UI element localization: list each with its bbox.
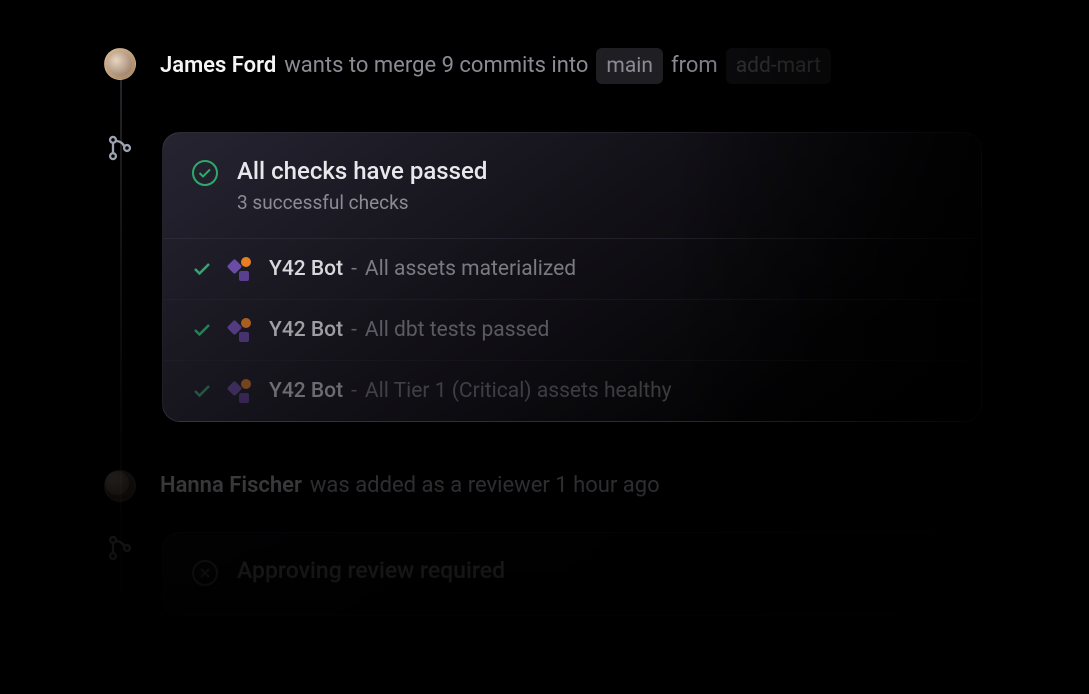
- git-merge-icon: [104, 532, 136, 564]
- checkmark-icon: [191, 258, 213, 280]
- checkmark-icon: [191, 319, 213, 341]
- y42-bot-icon: [229, 318, 253, 342]
- review-card-row: Approving review required: [104, 532, 1089, 616]
- checkmark-icon: [191, 380, 213, 402]
- target-branch-pill[interactable]: main: [596, 48, 663, 84]
- check-description: All dbt tests passed: [365, 318, 549, 342]
- check-item[interactable]: Y42 Bot - All assets materialized: [163, 239, 981, 300]
- avatar[interactable]: [104, 470, 136, 502]
- check-item[interactable]: Y42 Bot - All Tier 1 (Critical) assets h…: [163, 361, 981, 421]
- y42-bot-icon: [229, 379, 253, 403]
- bot-name: Y42 Bot: [269, 318, 343, 342]
- checks-card: All checks have passed 3 successful chec…: [162, 132, 982, 422]
- source-branch-pill[interactable]: add-mart: [726, 48, 831, 84]
- review-card: Approving review required: [162, 532, 982, 616]
- from-word: from: [671, 50, 718, 82]
- check-item[interactable]: Y42 Bot - All dbt tests passed: [163, 300, 981, 361]
- bot-name: Y42 Bot: [269, 257, 343, 281]
- avatar[interactable]: [104, 48, 136, 80]
- merge-event-row: James Ford wants to merge 9 commits into…: [104, 48, 1089, 84]
- author-name[interactable]: James Ford: [160, 50, 276, 82]
- checks-subtitle: 3 successful checks: [237, 191, 487, 214]
- check-sep: -: [351, 318, 357, 342]
- checks-card-row: All checks have passed 3 successful chec…: [104, 132, 1089, 422]
- check-description: All Tier 1 (Critical) assets healthy: [365, 379, 672, 403]
- author-name[interactable]: Hanna Fischer: [160, 470, 302, 502]
- checks-title: All checks have passed: [237, 157, 487, 185]
- check-description: All assets materialized: [365, 257, 576, 281]
- reviewer-action-text: was added as a reviewer 1 hour ago: [310, 470, 660, 502]
- y42-bot-icon: [229, 257, 253, 281]
- check-sep: -: [351, 257, 357, 281]
- check-sep: -: [351, 379, 357, 403]
- git-merge-icon: [104, 132, 136, 164]
- blocked-circle-icon: [191, 559, 219, 587]
- merge-action-text: wants to merge 9 commits into: [284, 50, 588, 82]
- success-check-circle-icon: [191, 159, 219, 187]
- reviewer-event-row: Hanna Fischer was added as a reviewer 1 …: [104, 470, 1089, 502]
- review-title: Approving review required: [237, 557, 505, 584]
- bot-name: Y42 Bot: [269, 379, 343, 403]
